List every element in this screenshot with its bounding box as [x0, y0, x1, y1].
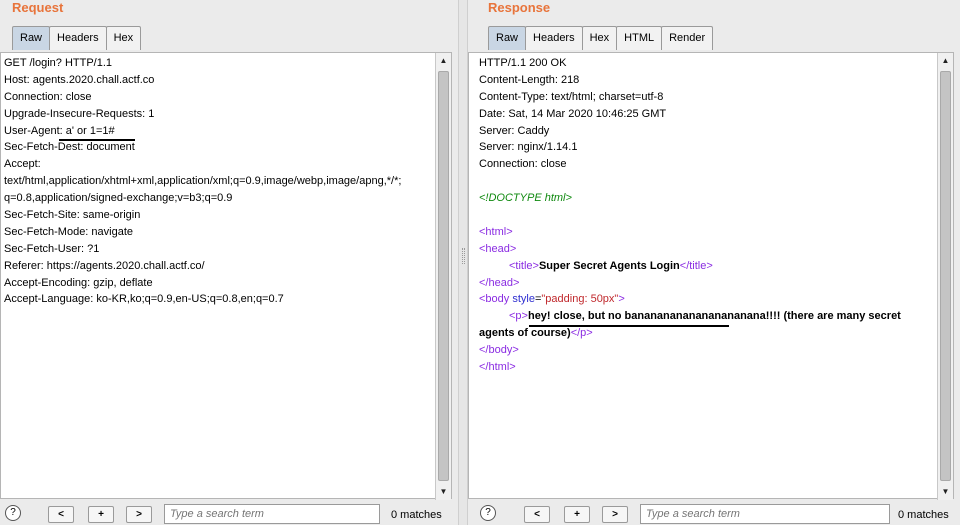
response-header-line: Content-Type: text/html; charset=utf-8 — [479, 90, 664, 103]
add-button[interactable]: + — [88, 506, 114, 523]
previous-button[interactable]: < — [524, 506, 550, 523]
pane-divider[interactable] — [458, 0, 468, 525]
response-header-line: Date: Sat, 14 Mar 2020 10:46:25 GMT — [479, 107, 667, 120]
response-search-bar: ? < + > 0 matches — [468, 502, 960, 525]
body-open-line: <body style="padding: 50px"> — [479, 291, 932, 308]
scroll-down-icon[interactable]: ▼ — [436, 484, 451, 500]
request-line: Upgrade-Insecure-Requests: 1 — [4, 107, 155, 120]
request-search-input[interactable] — [164, 504, 380, 524]
request-line: Sec-Fetch-Dest: document — [4, 141, 135, 154]
next-button[interactable]: > — [602, 506, 628, 523]
add-button[interactable]: + — [564, 506, 590, 523]
request-editor[interactable]: GET /login? HTTP/1.1 Host: agents.2020.c… — [0, 52, 452, 500]
p-close-tag: </p> — [570, 327, 593, 340]
request-line: Accept: — [4, 158, 41, 171]
style-attribute-value: "padding: 50px" — [541, 293, 619, 306]
response-header-line: Connection: close — [479, 158, 567, 171]
request-line: Sec-Fetch-Mode: navigate — [4, 225, 134, 238]
request-line-user-agent: User-Agent: a' or 1=1# — [4, 124, 115, 137]
request-line: Accept-Language: ko-KR,ko;q=0.9,en-US;q=… — [4, 293, 284, 306]
previous-button[interactable]: < — [48, 506, 74, 523]
request-tab-headers[interactable]: Headers — [49, 26, 107, 50]
response-header-line: HTTP/1.1 200 OK — [479, 57, 567, 69]
response-scrollbar[interactable]: ▲ ▼ — [937, 53, 953, 500]
response-header-line: Server: nginx/1.14.1 — [479, 141, 578, 154]
request-scroll-thumb[interactable] — [438, 71, 449, 481]
response-tabs: Raw Headers Hex HTML Render — [488, 26, 714, 50]
request-match-count: 0 matches — [391, 509, 442, 521]
request-tabs: Raw Headers Hex — [12, 26, 142, 50]
head-close-tag: </head> — [479, 276, 520, 289]
request-line: GET /login? HTTP/1.1 — [4, 57, 113, 69]
head-open-tag: <head> — [479, 242, 517, 255]
title-open-tag: <title> — [509, 259, 539, 272]
request-scrollbar[interactable]: ▲ ▼ — [435, 53, 451, 500]
request-line: Accept-Encoding: gzip, deflate — [4, 276, 153, 289]
next-button[interactable]: > — [126, 506, 152, 523]
style-attribute-name: style — [512, 293, 535, 306]
html-open-tag: <html> — [479, 225, 513, 238]
p-open-tag: <p> — [509, 310, 528, 323]
request-line: Connection: close — [4, 90, 92, 103]
title-text: Super Secret Agents Login — [538, 259, 680, 272]
html-close-tag: </html> — [479, 361, 516, 374]
response-scroll-thumb[interactable] — [940, 71, 951, 481]
response-match-count: 0 matches — [898, 509, 949, 521]
request-line: Referer: https://agents.2020.chall.actf.… — [4, 259, 205, 272]
response-pane: Response Raw Headers Hex HTML Render HTT… — [468, 0, 960, 525]
response-tab-hex[interactable]: Hex — [581, 26, 618, 50]
response-tab-render[interactable]: Render — [661, 26, 714, 50]
scroll-up-icon[interactable]: ▲ — [938, 53, 953, 69]
request-line: Sec-Fetch-Site: same-origin — [4, 209, 141, 222]
response-underline — [529, 325, 729, 327]
help-icon[interactable]: ? — [5, 505, 21, 521]
scroll-up-icon[interactable]: ▲ — [436, 53, 451, 69]
request-tab-raw[interactable]: Raw — [12, 26, 51, 50]
body-tag-end: > — [618, 293, 625, 306]
request-title: Request — [12, 0, 64, 15]
title-close-tag: </title> — [679, 259, 713, 272]
response-tab-headers[interactable]: Headers — [525, 26, 583, 50]
body-open-tag: <body — [479, 293, 513, 306]
request-pane: Request Raw Headers Hex GET /login? HTTP… — [0, 0, 458, 525]
request-tab-hex[interactable]: Hex — [105, 26, 142, 50]
request-search-bar: ? < + > 0 matches — [0, 502, 458, 525]
request-text[interactable]: GET /login? HTTP/1.1 Host: agents.2020.c… — [1, 53, 433, 310]
request-line: Host: agents.2020.chall.actf.co — [4, 73, 155, 86]
body-close-tag: </body> — [479, 344, 519, 357]
request-line: Sec-Fetch-User: ?1 — [4, 242, 100, 255]
response-search-input[interactable] — [640, 504, 890, 524]
response-tab-html[interactable]: HTML — [616, 26, 663, 50]
response-tab-raw[interactable]: Raw — [488, 26, 527, 50]
response-text[interactable]: HTTP/1.1 200 OK Content-Length: 218 Cont… — [469, 53, 935, 378]
title-line: <title>Super Secret Agents Login</title> — [479, 258, 932, 275]
payload-underline — [59, 139, 135, 141]
request-line: text/html,application/xhtml+xml,applicat… — [4, 175, 402, 188]
scroll-down-icon[interactable]: ▼ — [938, 484, 953, 500]
response-header-line: Content-Length: 218 — [479, 73, 580, 86]
divider-grip[interactable] — [462, 248, 465, 264]
response-editor[interactable]: HTTP/1.1 200 OK Content-Length: 218 Cont… — [468, 52, 954, 500]
doctype-line: <!DOCTYPE html> — [479, 192, 572, 205]
response-title: Response — [488, 0, 551, 15]
response-header-line: Server: Caddy — [479, 124, 550, 137]
request-line: q=0.8,application/signed-exchange;v=b3;q… — [4, 192, 233, 205]
help-icon[interactable]: ? — [480, 505, 496, 521]
